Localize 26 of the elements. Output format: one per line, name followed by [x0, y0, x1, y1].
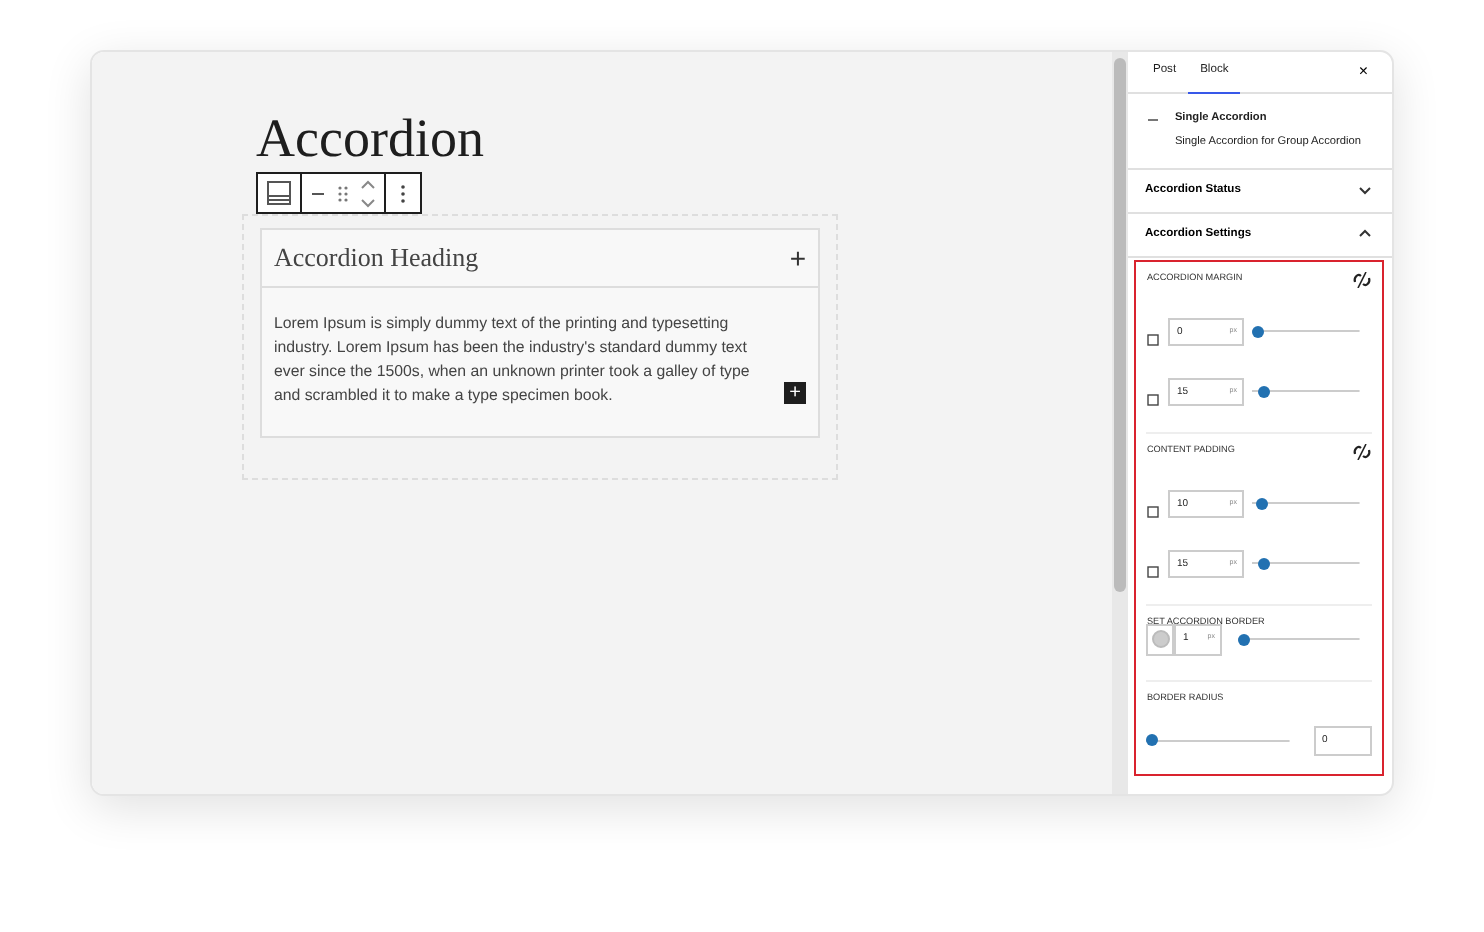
close-button[interactable]: × — [1346, 60, 1380, 84]
dash-icon[interactable] — [1148, 114, 1159, 126]
box-side-icon[interactable] — [1146, 503, 1161, 520]
slider-thumb[interactable] — [1257, 385, 1270, 398]
slider-thumb[interactable] — [1252, 325, 1265, 338]
slider-thumb[interactable] — [1255, 497, 1268, 510]
drag-handle-icon[interactable] — [336, 183, 350, 203]
expand-button[interactable]: + — [789, 243, 806, 272]
accordion-heading: Accordion Heading — [274, 240, 479, 276]
scrollbar-thumb[interactable] — [1114, 58, 1127, 592]
slider-thumb[interactable] — [1146, 734, 1159, 747]
move-arrows-icon[interactable] — [360, 179, 376, 207]
unlink-icon[interactable] — [1352, 271, 1372, 288]
box-side-icon[interactable] — [1146, 563, 1161, 580]
slider-thumb[interactable] — [1238, 633, 1251, 646]
slider-thumb[interactable] — [1257, 557, 1270, 570]
more-options-icon[interactable] — [400, 183, 406, 203]
block-type-icon[interactable] — [266, 180, 292, 206]
chevron-up-icon[interactable] — [1358, 228, 1372, 241]
chevron-down-icon[interactable] — [1358, 184, 1372, 197]
add-block-button[interactable]: + — [784, 381, 806, 403]
box-side-icon[interactable] — [1146, 391, 1161, 408]
box-side-icon[interactable] — [1146, 331, 1161, 348]
color-swatch-button[interactable] — [1146, 623, 1175, 656]
unlink-icon[interactable] — [1352, 443, 1372, 460]
page-title: Accordion — [256, 112, 484, 166]
